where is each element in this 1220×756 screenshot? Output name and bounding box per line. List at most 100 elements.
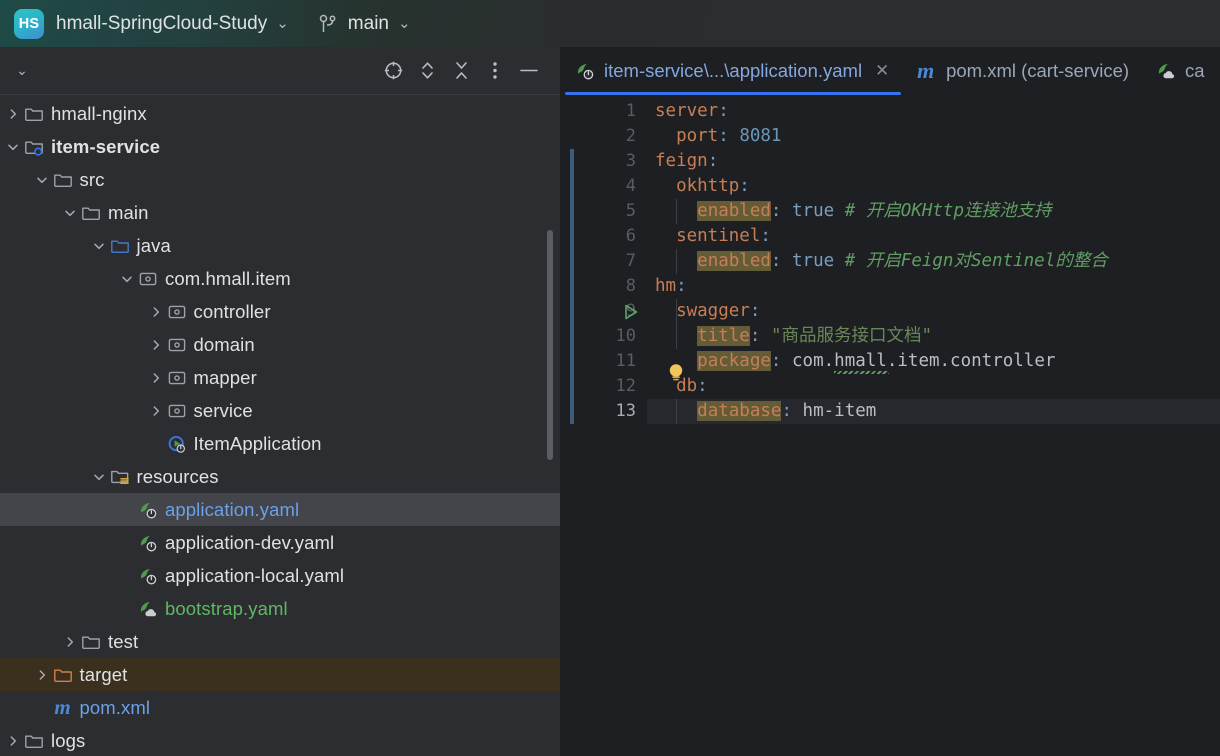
project-badge: HS (14, 9, 44, 39)
code-line[interactable]: db: (647, 374, 1220, 399)
spring-cloud-yaml-icon (138, 599, 158, 619)
tree-item-bootstrap-yaml[interactable]: bootstrap.yaml (0, 592, 560, 625)
tree-item-label: application-dev.yaml (165, 532, 334, 554)
tree-item-item-service[interactable]: item-service (0, 130, 560, 163)
tree-item-application-yaml[interactable]: application.yaml (0, 493, 560, 526)
code-line[interactable]: hm: (647, 274, 1220, 299)
folder-icon (81, 632, 101, 652)
tree-item-label: application.yaml (165, 499, 299, 521)
spring-yaml-icon (575, 61, 596, 81)
chevron-right-icon[interactable] (149, 404, 163, 418)
tree-item-target[interactable]: target (0, 658, 560, 691)
code-line[interactable]: enabled: true # 开启Feign对Sentinel的整合 (647, 249, 1220, 274)
chevron-down-icon[interactable] (35, 173, 49, 187)
tree-item-controller[interactable]: controller (0, 295, 560, 328)
locate-target-icon[interactable] (376, 56, 410, 86)
chevron-right-icon[interactable] (63, 635, 77, 649)
yaml-key: hm (655, 276, 676, 296)
code-line[interactable]: enabled: true # 开启OKHttp连接池支持 (647, 199, 1220, 224)
tree-item-mapper[interactable]: mapper (0, 361, 560, 394)
tree-item-pom-xml[interactable]: mpom.xml (0, 691, 560, 724)
chevron-down-icon[interactable] (92, 239, 106, 253)
chevron-down-icon[interactable] (6, 140, 20, 154)
spring-yaml-icon (138, 500, 158, 520)
collapse-all-icon[interactable] (444, 56, 478, 86)
tree-item-service[interactable]: service (0, 394, 560, 427)
yaml-key: sentinel (676, 226, 760, 246)
tree-item-label: controller (194, 301, 271, 323)
tree-item-label: item-service (51, 136, 160, 158)
folder-icon (24, 104, 44, 124)
editor-tab-bar[interactable]: item-service\...\application.yaml ✕ mpom.x… (561, 47, 1220, 95)
code-line[interactable]: package: com.hmall.item.controller (647, 349, 1220, 374)
line-number: 8 (561, 274, 647, 299)
more-options-icon[interactable] (478, 56, 512, 86)
chevron-right-icon[interactable] (6, 734, 20, 748)
tree-item-domain[interactable]: domain (0, 328, 560, 361)
yaml-key: swagger (676, 301, 750, 321)
project-name[interactable]: hmall-SpringCloud-Study (56, 13, 267, 35)
yaml-colon: : (718, 126, 729, 146)
tree-item-itemapplication[interactable]: ItemApplication (0, 427, 560, 460)
editor-tab[interactable]: ca (1142, 47, 1218, 95)
chevron-right-icon[interactable] (35, 668, 49, 682)
tree-item-test[interactable]: test (0, 625, 560, 658)
minimize-icon[interactable] (512, 56, 546, 86)
tree-item-java[interactable]: java (0, 229, 560, 262)
chevron-down-icon[interactable] (63, 206, 77, 220)
project-tree[interactable]: hmall-nginx item-service srcmain java com.hm… (0, 95, 560, 756)
package-icon (167, 368, 187, 388)
intention-bulb-icon[interactable] (667, 362, 685, 384)
ide-body: ⌄ (0, 47, 1220, 756)
chevron-down-icon[interactable] (120, 272, 134, 286)
yaml-key: enabled (697, 251, 771, 271)
chevron-right-icon[interactable] (6, 107, 20, 121)
tree-item-logs[interactable]: logs (0, 724, 560, 756)
editor-tab-label: item-service\...\application.yaml (604, 60, 862, 82)
expand-collapse-icon[interactable] (410, 56, 444, 86)
run-configuration-icon[interactable] (621, 302, 641, 322)
editor-tab[interactable]: mpom.xml (cart-service) (903, 47, 1142, 95)
code-editor[interactable]: server: port: 8081feign: okhttp: enabled… (647, 95, 1220, 756)
code-line[interactable]: okhttp: (647, 174, 1220, 199)
tool-window-chevron-icon[interactable]: ⌄ (8, 57, 36, 85)
line-number: 12 (561, 374, 647, 399)
tree-item-resources[interactable]: resources (0, 460, 560, 493)
tree-item-hmall-nginx[interactable]: hmall-nginx (0, 97, 560, 130)
editor-tab[interactable]: item-service\...\application.yaml ✕ (561, 47, 903, 95)
editor-gutter[interactable]: 12345678910111213 (561, 95, 647, 756)
tree-item-main[interactable]: main (0, 196, 560, 229)
chevron-down-icon[interactable] (92, 470, 106, 484)
tree-item-application-local-yaml[interactable]: application-local.yaml (0, 559, 560, 592)
code-line[interactable]: swagger: (647, 299, 1220, 324)
branch-selector[interactable]: main ⌄ (319, 13, 411, 35)
chevron-right-icon[interactable] (149, 305, 163, 319)
tree-item-label: domain (194, 334, 255, 356)
code-line[interactable]: server: (647, 99, 1220, 124)
tree-item-label: java (137, 235, 171, 257)
tree-item-label: service (194, 400, 253, 422)
yaml-colon: : (739, 176, 750, 196)
tree-item-application-dev-yaml[interactable]: application-dev.yaml (0, 526, 560, 559)
close-icon[interactable]: ✕ (874, 61, 890, 81)
chevron-right-icon[interactable] (149, 371, 163, 385)
chevron-down-icon[interactable]: ⌄ (276, 14, 289, 32)
yaml-value: "商品服务接口文档" (771, 326, 932, 346)
yaml-value: true (792, 251, 834, 271)
code-line[interactable]: title: "商品服务接口文档" (647, 324, 1220, 349)
source-root-icon (110, 236, 130, 256)
inspection-squiggle (834, 371, 889, 374)
code-line[interactable]: feign: (647, 149, 1220, 174)
tree-item-src[interactable]: src (0, 163, 560, 196)
spring-yaml-icon (138, 566, 158, 586)
code-line[interactable]: sentinel: (647, 224, 1220, 249)
sidebar-scrollbar[interactable] (547, 230, 553, 460)
tree-item-com-hmall-item[interactable]: com.hmall.item (0, 262, 560, 295)
code-line[interactable]: database: hm-item (647, 399, 1220, 424)
yaml-value: com.hmall.item.controller (792, 351, 1055, 371)
yaml-colon: : (676, 276, 687, 296)
line-number: 10 (561, 324, 647, 349)
chevron-right-icon[interactable] (149, 338, 163, 352)
tree-item-label: com.hmall.item (165, 268, 291, 290)
code-line[interactable]: port: 8081 (647, 124, 1220, 149)
